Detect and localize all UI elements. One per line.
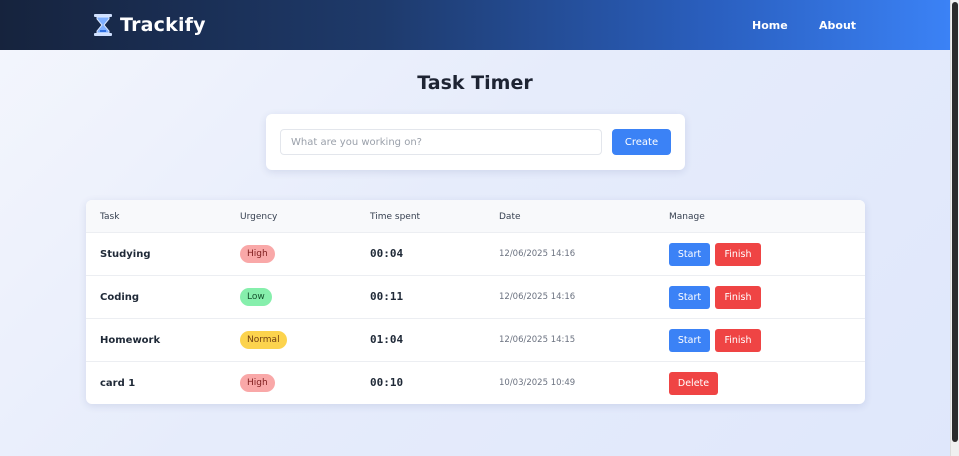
task-name-input[interactable] — [280, 129, 602, 155]
task-name: Studying — [100, 249, 151, 260]
task-date: 12/06/2025 14:16 — [499, 292, 576, 302]
table-row: Homework Normal 01:04 12/06/2025 14:15 S… — [86, 318, 865, 361]
page-scrollbar[interactable] — [950, 0, 959, 456]
column-header-task: Task — [100, 212, 120, 222]
start-button[interactable]: Start — [669, 329, 710, 352]
nav-link-about[interactable]: About — [819, 19, 856, 32]
table-row: card 1 High 00:10 10/03/2025 10:49 Delet… — [86, 361, 865, 404]
urgency-badge: Normal — [240, 331, 287, 349]
page-title: Task Timer — [417, 72, 533, 94]
task-name: Homework — [100, 335, 161, 346]
urgency-badge: Low — [240, 288, 272, 306]
column-header-urgency: Urgency — [240, 212, 278, 222]
time-spent: 00:11 — [370, 290, 404, 303]
brand-name: Trackify — [120, 14, 206, 36]
create-task-card: Create — [266, 114, 685, 170]
time-spent: 00:10 — [370, 376, 404, 389]
brand-logo[interactable]: Trackify — [92, 13, 206, 37]
delete-button[interactable]: Delete — [669, 372, 718, 395]
task-date: 12/06/2025 14:15 — [499, 335, 576, 345]
column-header-date: Date — [499, 212, 521, 222]
create-button[interactable]: Create — [612, 129, 671, 155]
table-header: Task Urgency Time spent Date Manage — [86, 200, 865, 232]
hourglass-icon — [94, 14, 112, 36]
task-date: 12/06/2025 14:16 — [499, 249, 576, 259]
finish-button[interactable]: Finish — [715, 243, 761, 266]
start-button[interactable]: Start — [669, 286, 710, 309]
urgency-badge: High — [240, 374, 275, 392]
finish-button[interactable]: Finish — [715, 329, 761, 352]
urgency-badge: High — [240, 245, 275, 263]
top-navbar: Trackify Home About — [0, 0, 950, 50]
time-spent: 01:04 — [370, 333, 404, 346]
time-spent: 00:04 — [370, 247, 404, 260]
task-date: 10/03/2025 10:49 — [499, 378, 576, 388]
table-row: Studying High 00:04 12/06/2025 14:16 Sta… — [86, 232, 865, 275]
table-row: Coding Low 00:11 12/06/2025 14:16 Start … — [86, 275, 865, 318]
column-header-manage: Manage — [669, 212, 705, 222]
tasks-table: Task Urgency Time spent Date Manage Stud… — [86, 200, 865, 404]
finish-button[interactable]: Finish — [715, 286, 761, 309]
task-name: card 1 — [100, 378, 136, 389]
scrollbar-thumb[interactable] — [952, 2, 958, 442]
nav-link-home[interactable]: Home — [752, 19, 788, 32]
start-button[interactable]: Start — [669, 243, 710, 266]
column-header-time-spent: Time spent — [370, 212, 421, 222]
task-name: Coding — [100, 292, 140, 303]
